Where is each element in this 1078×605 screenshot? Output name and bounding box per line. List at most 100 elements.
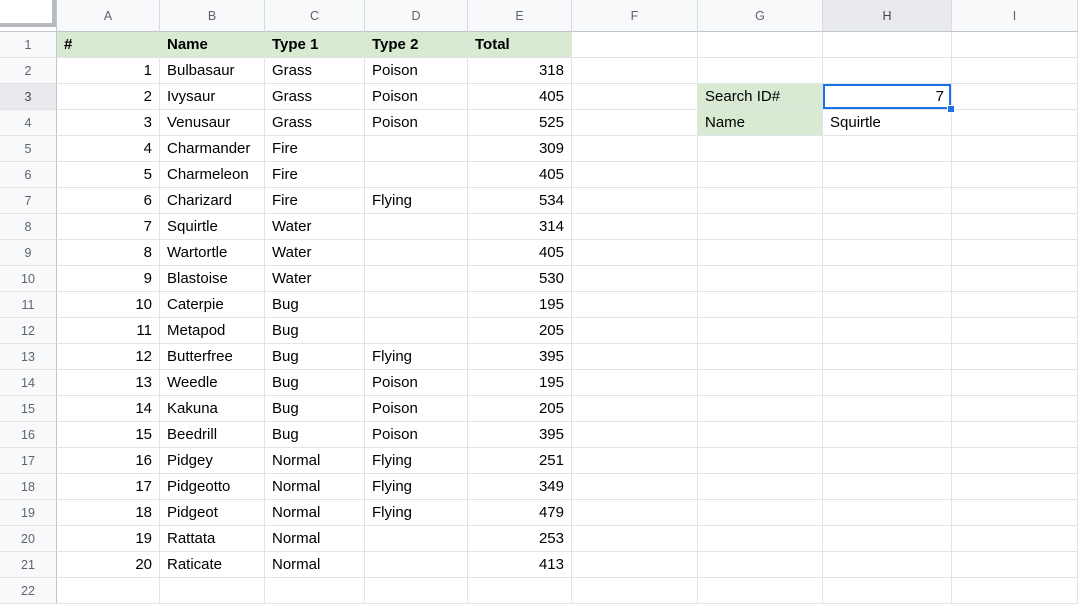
cell-F3[interactable] (572, 84, 698, 110)
cell-B6[interactable]: Charmeleon (160, 162, 265, 188)
row-header-18[interactable]: 18 (0, 474, 57, 500)
cell-E9[interactable]: 405 (468, 240, 572, 266)
cell-D6[interactable] (365, 162, 468, 188)
cell-D1[interactable]: Type 2 (365, 32, 468, 58)
cell-F7[interactable] (572, 188, 698, 214)
row-header-16[interactable]: 16 (0, 422, 57, 448)
cell-E16[interactable]: 395 (468, 422, 572, 448)
cell-C9[interactable]: Water (265, 240, 365, 266)
cell-F4[interactable] (572, 110, 698, 136)
row-header-21[interactable]: 21 (0, 552, 57, 578)
cell-H7[interactable] (823, 188, 952, 214)
cell-E18[interactable]: 349 (468, 474, 572, 500)
cell-A10[interactable]: 9 (57, 266, 160, 292)
cell-F10[interactable] (572, 266, 698, 292)
select-all-corner[interactable] (0, 0, 57, 32)
cell-B13[interactable]: Butterfree (160, 344, 265, 370)
cell-G13[interactable] (698, 344, 823, 370)
cell-C17[interactable]: Normal (265, 448, 365, 474)
cell-C14[interactable]: Bug (265, 370, 365, 396)
cell-E14[interactable]: 195 (468, 370, 572, 396)
cell-F2[interactable] (572, 58, 698, 84)
cell-B20[interactable]: Rattata (160, 526, 265, 552)
cell-I11[interactable] (952, 292, 1078, 318)
cell-E8[interactable]: 314 (468, 214, 572, 240)
cell-G4[interactable]: Name (698, 110, 823, 136)
cell-F19[interactable] (572, 500, 698, 526)
cell-F13[interactable] (572, 344, 698, 370)
column-header-H[interactable]: H (823, 0, 952, 32)
cell-D19[interactable]: Flying (365, 500, 468, 526)
column-header-G[interactable]: G (698, 0, 823, 32)
cell-H2[interactable] (823, 58, 952, 84)
row-header-12[interactable]: 12 (0, 318, 57, 344)
cell-A16[interactable]: 15 (57, 422, 160, 448)
cell-H13[interactable] (823, 344, 952, 370)
row-header-17[interactable]: 17 (0, 448, 57, 474)
cell-C3[interactable]: Grass (265, 84, 365, 110)
cell-B4[interactable]: Venusaur (160, 110, 265, 136)
cell-G14[interactable] (698, 370, 823, 396)
cell-I16[interactable] (952, 422, 1078, 448)
cell-A12[interactable]: 11 (57, 318, 160, 344)
cell-F11[interactable] (572, 292, 698, 318)
row-header-5[interactable]: 5 (0, 136, 57, 162)
cell-D22[interactable] (365, 578, 468, 604)
cell-D13[interactable]: Flying (365, 344, 468, 370)
cell-G5[interactable] (698, 136, 823, 162)
row-header-20[interactable]: 20 (0, 526, 57, 552)
cell-D21[interactable] (365, 552, 468, 578)
cell-C18[interactable]: Normal (265, 474, 365, 500)
cell-G16[interactable] (698, 422, 823, 448)
cell-B12[interactable]: Metapod (160, 318, 265, 344)
cell-A11[interactable]: 10 (57, 292, 160, 318)
cell-I7[interactable] (952, 188, 1078, 214)
cell-C10[interactable]: Water (265, 266, 365, 292)
cell-C2[interactable]: Grass (265, 58, 365, 84)
cell-E7[interactable]: 534 (468, 188, 572, 214)
cell-C11[interactable]: Bug (265, 292, 365, 318)
cell-C1[interactable]: Type 1 (265, 32, 365, 58)
cell-A7[interactable]: 6 (57, 188, 160, 214)
cell-D3[interactable]: Poison (365, 84, 468, 110)
cell-B22[interactable] (160, 578, 265, 604)
cell-A18[interactable]: 17 (57, 474, 160, 500)
cell-I21[interactable] (952, 552, 1078, 578)
cell-I12[interactable] (952, 318, 1078, 344)
cell-G9[interactable] (698, 240, 823, 266)
cell-F8[interactable] (572, 214, 698, 240)
cell-G15[interactable] (698, 396, 823, 422)
cell-A13[interactable]: 12 (57, 344, 160, 370)
cell-I19[interactable] (952, 500, 1078, 526)
cell-B8[interactable]: Squirtle (160, 214, 265, 240)
cell-A14[interactable]: 13 (57, 370, 160, 396)
cell-D16[interactable]: Poison (365, 422, 468, 448)
cell-F12[interactable] (572, 318, 698, 344)
cell-C4[interactable]: Grass (265, 110, 365, 136)
cell-D9[interactable] (365, 240, 468, 266)
cell-C13[interactable]: Bug (265, 344, 365, 370)
cell-H3[interactable]: 7 (823, 84, 955, 113)
row-header-3[interactable]: 3 (0, 84, 57, 110)
cell-H4[interactable]: Squirtle (823, 110, 952, 136)
cell-A8[interactable]: 7 (57, 214, 160, 240)
cell-C5[interactable]: Fire (265, 136, 365, 162)
cell-G20[interactable] (698, 526, 823, 552)
row-header-1[interactable]: 1 (0, 32, 57, 58)
cell-B10[interactable]: Blastoise (160, 266, 265, 292)
cell-F9[interactable] (572, 240, 698, 266)
cell-E2[interactable]: 318 (468, 58, 572, 84)
cell-B2[interactable]: Bulbasaur (160, 58, 265, 84)
cell-I17[interactable] (952, 448, 1078, 474)
cell-A3[interactable]: 2 (57, 84, 160, 110)
cell-B16[interactable]: Beedrill (160, 422, 265, 448)
cell-F18[interactable] (572, 474, 698, 500)
cell-E13[interactable]: 395 (468, 344, 572, 370)
cell-A19[interactable]: 18 (57, 500, 160, 526)
cell-B21[interactable]: Raticate (160, 552, 265, 578)
cell-F17[interactable] (572, 448, 698, 474)
cell-H17[interactable] (823, 448, 952, 474)
cell-E20[interactable]: 253 (468, 526, 572, 552)
cell-F16[interactable] (572, 422, 698, 448)
cell-H22[interactable] (823, 578, 952, 604)
